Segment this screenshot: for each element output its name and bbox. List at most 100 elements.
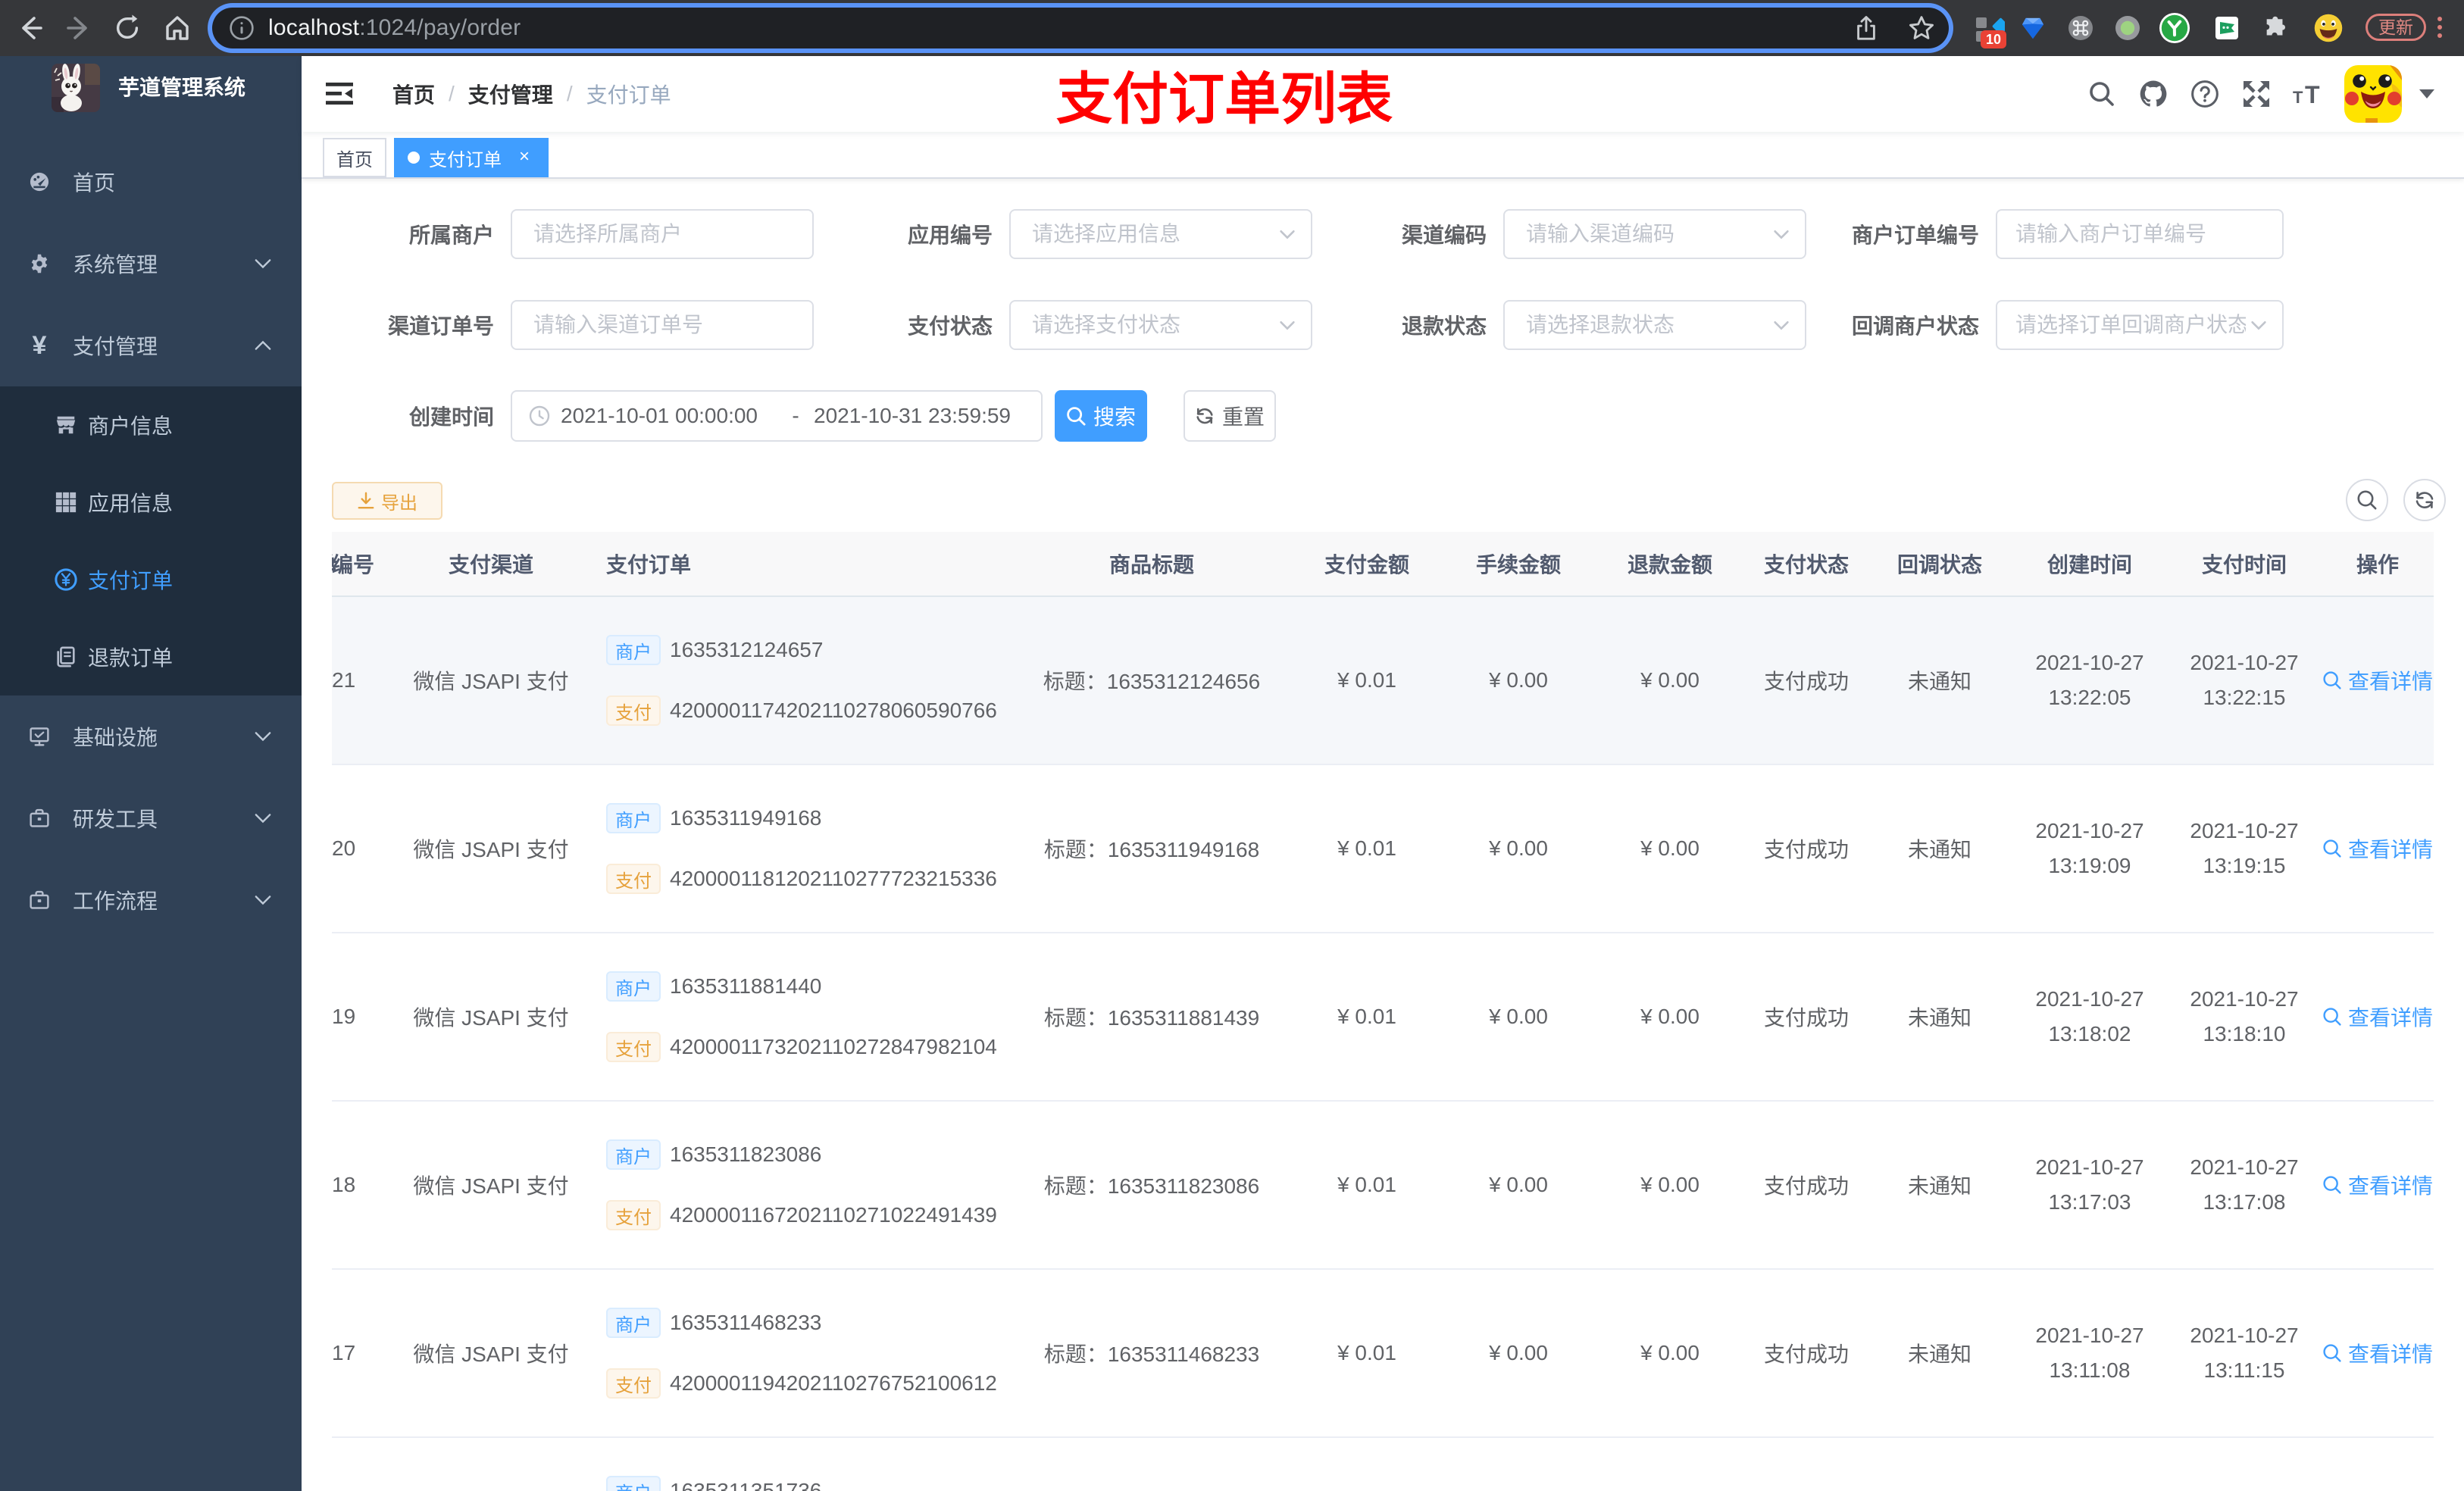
export-button[interactable]: 导出	[332, 482, 442, 520]
date-range-picker[interactable]: 2021-10-01 00:00:00 - 2021-10-31 23:59:5…	[511, 390, 1043, 442]
cell-notify: 未通知	[1907, 838, 1972, 861]
toggle-search-button[interactable]	[2346, 479, 2388, 521]
sidebar-item-dev-tools[interactable]: 研发工具	[0, 777, 302, 859]
sidebar-item-infra[interactable]: 基础设施	[0, 695, 302, 777]
extension-record-icon[interactable]	[2115, 0, 2140, 56]
export-button-label: 导出	[381, 492, 417, 514]
extension-gem-icon[interactable]	[2022, 0, 2044, 56]
extension-command-icon[interactable]	[2068, 0, 2093, 56]
th-notify: 回调状态	[1896, 553, 1982, 577]
pay-status-input[interactable]	[1011, 302, 1311, 349]
sidebar-toggle-icon[interactable]	[302, 56, 377, 132]
paid-datetime: 2021-10-27 13:22:15	[2190, 651, 2299, 709]
cell-refund: ¥ 0.00	[1640, 836, 1699, 860]
sidebar-item-system[interactable]: 系统管理	[0, 223, 302, 305]
merchant-input[interactable]	[512, 211, 812, 258]
view-detail-link[interactable]: 查看详情	[2322, 1002, 2433, 1032]
reset-button[interactable]: 重置	[1184, 390, 1276, 442]
help-icon[interactable]	[2179, 56, 2231, 132]
refresh-button[interactable]	[2403, 479, 2446, 521]
sidebar-item-refund-order[interactable]: 退款订单	[0, 618, 302, 695]
chrome-menu-icon[interactable]	[2437, 17, 2443, 38]
site-info-icon[interactable]	[229, 15, 255, 41]
view-detail-label: 查看详情	[2347, 1174, 2433, 1198]
paid-datetime: 2021-10-27 13:17:08	[2190, 1155, 2299, 1214]
address-bar[interactable]: localhost:1024/pay/order	[212, 8, 1949, 48]
app-select[interactable]	[1009, 209, 1312, 259]
forward-button[interactable]	[59, 0, 98, 56]
dashboard-icon	[29, 171, 50, 192]
th-channel: 支付渠道	[448, 553, 533, 577]
channel-order-no-field[interactable]	[512, 302, 812, 349]
payment-tag: 支付	[606, 1032, 661, 1062]
channel-order-no-input[interactable]	[511, 300, 814, 350]
merchant-tag: 商户	[606, 1139, 661, 1170]
cell-amount: ¥ 0.01	[1337, 836, 1396, 860]
view-detail-link[interactable]: 查看详情	[2322, 1338, 2433, 1368]
merchant-select[interactable]	[511, 209, 814, 259]
channel-code-input[interactable]	[1505, 211, 1805, 258]
cell-order: 商户 1635312124657 支付 4200001174202110278060…	[599, 597, 1012, 764]
merchant-tag: 商户	[606, 803, 661, 833]
date-start-value[interactable]: 2021-10-01 00:00:00	[561, 404, 777, 428]
font-size-icon[interactable]: TT	[2282, 56, 2334, 132]
profile-avatar-emoji[interactable]	[2314, 0, 2343, 56]
breadcrumb-home[interactable]: 首页	[392, 79, 435, 109]
cell-action: 查看详情	[2322, 1270, 2434, 1436]
th-paid: 支付时间	[2201, 553, 2287, 577]
tag-pay-order[interactable]: 支付订单 ×	[394, 138, 549, 177]
breadcrumb-pay[interactable]: 支付管理	[468, 79, 553, 109]
date-end-value[interactable]: 2021-10-31 23:59:59	[814, 404, 1030, 428]
logo-image	[52, 64, 100, 112]
chevron-down-icon	[255, 813, 271, 824]
payment-order-no: 4200001194202110276752100612	[670, 1371, 997, 1395]
view-detail-link[interactable]: 查看详情	[2322, 1170, 2433, 1200]
chrome-update-button[interactable]: 更新	[2366, 14, 2426, 41]
view-detail-link[interactable]: 查看详情	[2322, 665, 2433, 695]
filter-row-2: 渠道订单号 支付状态 退款状态 回调商户状态	[332, 300, 2434, 350]
tag-home[interactable]: 首页	[323, 138, 386, 177]
search-button[interactable]: 搜索	[1055, 390, 1147, 442]
extension-flag-icon[interactable]	[2215, 0, 2238, 56]
sidebar-item-home[interactable]: 首页	[0, 141, 302, 223]
user-menu[interactable]	[2344, 65, 2435, 123]
cell-refund: ¥ 0.00	[1640, 1341, 1699, 1364]
th-title: 商品标题	[1108, 553, 1194, 577]
app-input[interactable]	[1011, 211, 1311, 258]
extensions-puzzle-icon[interactable]	[2262, 0, 2288, 56]
callback-status-input[interactable]	[1997, 302, 2282, 349]
sidebar-item-workflow[interactable]: 工作流程	[0, 859, 302, 941]
channel-code-select[interactable]	[1503, 209, 1806, 259]
payment-order-no: 4200001167202110271022491439	[670, 1203, 997, 1227]
header-search-icon[interactable]	[2076, 56, 2128, 132]
fullscreen-icon[interactable]	[2231, 56, 2282, 132]
home-button[interactable]	[158, 0, 197, 56]
tag-close-icon[interactable]: ×	[514, 147, 535, 168]
extension-y-icon[interactable]	[2159, 0, 2190, 56]
pay-status-select[interactable]	[1009, 300, 1312, 350]
merchant-order-no-input[interactable]	[1996, 209, 2284, 259]
share-icon[interactable]	[1853, 15, 1879, 41]
github-icon[interactable]	[2128, 56, 2179, 132]
copy-documents-icon	[55, 645, 77, 668]
view-detail-link[interactable]: 查看详情	[2322, 833, 2433, 864]
merchant-order-no-field[interactable]	[1997, 211, 2282, 258]
cell-order: 商户 1635311881440 支付 4200001173202110272847…	[599, 933, 1012, 1100]
cell-order: 商户 1635311823086 支付 4200001167202110271022…	[599, 1102, 1012, 1268]
sidebar-item-merchant-info[interactable]: 商户信息	[0, 386, 302, 464]
sidebar-logo[interactable]: 芋道管理系统	[0, 56, 302, 141]
refund-status-input[interactable]	[1505, 302, 1805, 349]
briefcase-icon	[29, 889, 50, 911]
bookmark-star-icon[interactable]	[1908, 14, 1935, 42]
tag-dot	[408, 152, 420, 164]
back-button[interactable]	[11, 0, 50, 56]
sidebar-item-app-info[interactable]: 应用信息	[0, 464, 302, 541]
created-datetime: 2021-10-27 13:22:05	[2035, 651, 2144, 709]
callback-status-select[interactable]	[1996, 300, 2284, 350]
reload-button[interactable]	[108, 0, 147, 56]
chevron-down-icon	[255, 731, 271, 742]
sidebar-item-pay-order[interactable]: 支付订单	[0, 541, 302, 618]
sidebar-item-pay[interactable]: ¥ 支付管理	[0, 305, 302, 386]
refund-status-select[interactable]	[1503, 300, 1806, 350]
merchant-order-no: 1635311351736	[670, 1479, 822, 1491]
